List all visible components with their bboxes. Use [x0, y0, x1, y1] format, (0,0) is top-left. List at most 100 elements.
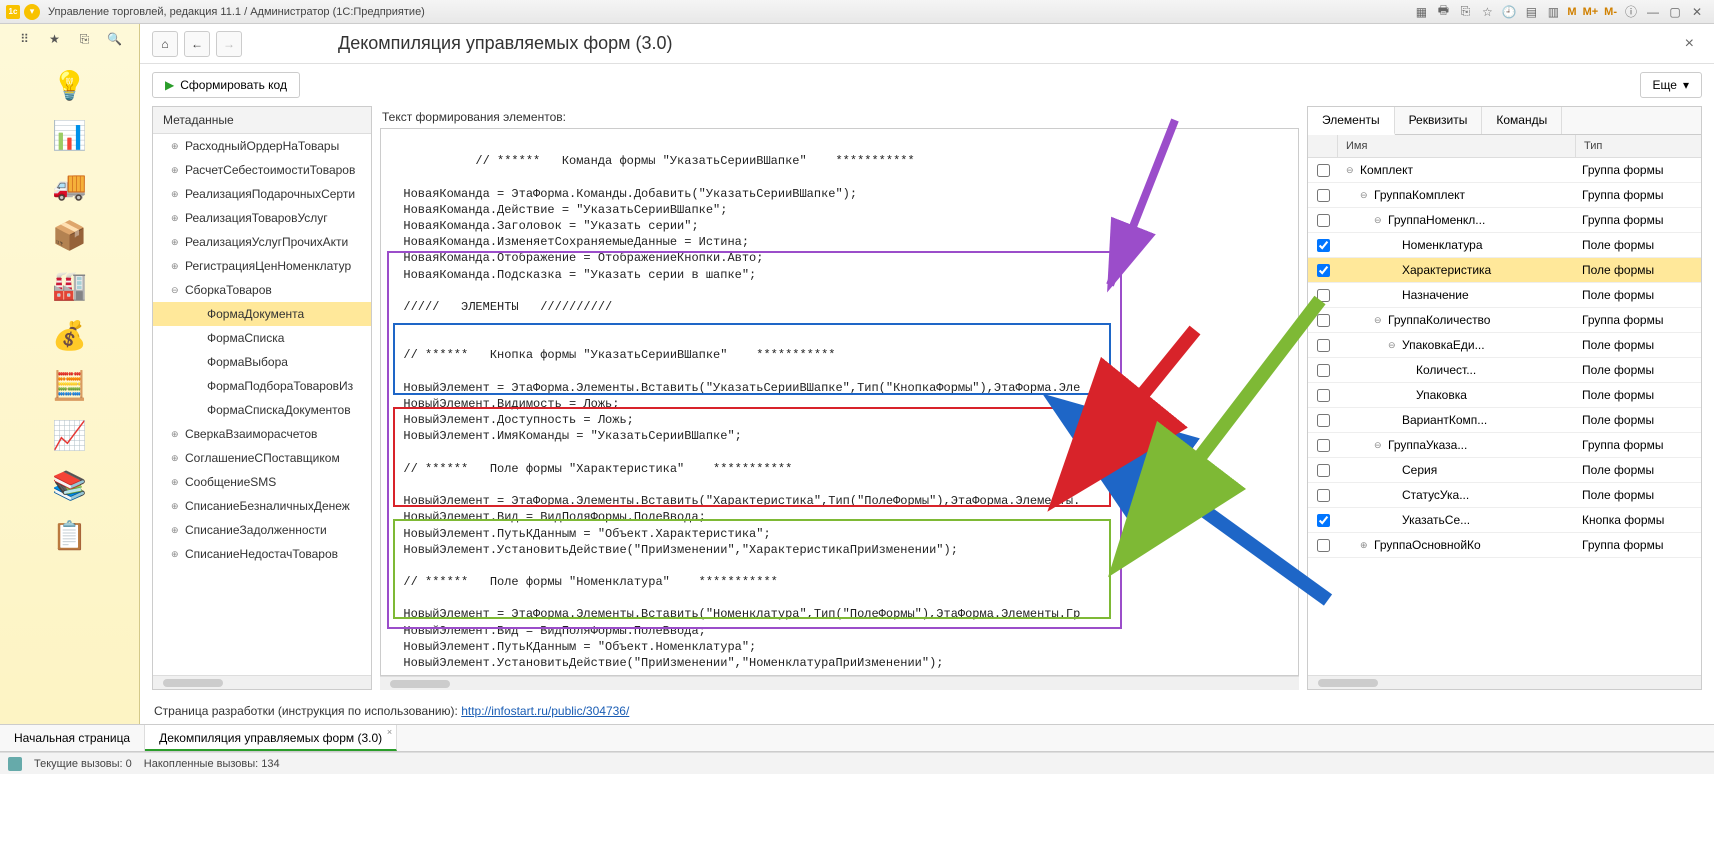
calculator-icon[interactable]: ▤: [1522, 3, 1540, 21]
meta-item[interactable]: ⊕СписаниеЗадолженности: [153, 518, 371, 542]
row-checkbox[interactable]: [1317, 439, 1330, 452]
expand-icon[interactable]: ⊕: [171, 525, 181, 536]
apps-icon[interactable]: ⠿: [16, 30, 34, 48]
grid-row[interactable]: ВариантКомп...Поле формы: [1308, 408, 1701, 433]
favorite-icon[interactable]: ☆: [1478, 3, 1496, 21]
expand-icon[interactable]: ⊕: [171, 549, 181, 560]
expand-icon[interactable]: ⊖: [171, 285, 181, 296]
more-button[interactable]: Еще ▾: [1640, 72, 1702, 98]
grid-row[interactable]: СерияПоле формы: [1308, 458, 1701, 483]
metadata-tree[interactable]: ⊕РасходныйОрдерНаТовары⊕РасчетСебестоимо…: [153, 134, 371, 675]
memory-m[interactable]: M: [1567, 6, 1576, 18]
row-checkbox[interactable]: [1317, 414, 1330, 427]
expand-icon[interactable]: ⊖: [1374, 315, 1384, 326]
bottom-tab-decompile[interactable]: Декомпиляция управляемых форм (3.0) ×: [145, 725, 397, 751]
grid-row[interactable]: ⊖ГруппаКоличествоГруппа формы: [1308, 308, 1701, 333]
grid-row[interactable]: СтатусУка...Поле формы: [1308, 483, 1701, 508]
close-window-icon[interactable]: ✕: [1688, 3, 1706, 21]
grid-row[interactable]: НоменклатураПоле формы: [1308, 233, 1701, 258]
expand-icon[interactable]: ⊕: [171, 453, 181, 464]
meta-item[interactable]: ⊕РасчетСебестоимостиТоваров: [153, 158, 371, 182]
row-checkbox[interactable]: [1317, 339, 1330, 352]
grid-row[interactable]: ⊖ГруппаНоменкл...Группа формы: [1308, 208, 1701, 233]
meta-item[interactable]: ⊕СверкаВзаиморасчетов: [153, 422, 371, 446]
section-shipping-icon[interactable]: 🚚: [46, 163, 94, 207]
meta-item[interactable]: ⊕РеализацияУслугПрочихАкти: [153, 230, 371, 254]
memory-mminus[interactable]: M-: [1604, 6, 1617, 18]
meta-item[interactable]: ФормаВыбора: [153, 350, 371, 374]
expand-icon[interactable]: ⊕: [171, 261, 181, 272]
history-icon[interactable]: 🕘: [1500, 3, 1518, 21]
meta-item[interactable]: ФормаДокумента: [153, 302, 371, 326]
expand-icon[interactable]: ⊕: [171, 501, 181, 512]
bottom-tab-home[interactable]: Начальная страница: [0, 725, 145, 751]
section-stats-icon[interactable]: 📈: [46, 413, 94, 457]
row-checkbox[interactable]: [1317, 189, 1330, 202]
row-checkbox[interactable]: [1317, 364, 1330, 377]
clipboard-icon[interactable]: ⎘: [76, 30, 94, 48]
row-checkbox[interactable]: [1317, 289, 1330, 302]
tab-attributes[interactable]: Реквизиты: [1395, 107, 1483, 134]
back-button[interactable]: ←: [184, 31, 210, 57]
meta-item[interactable]: ⊕СписаниеБезналичныхДенеж: [153, 494, 371, 518]
grid-row[interactable]: Количест...Поле формы: [1308, 358, 1701, 383]
grid-row[interactable]: ⊖КомплектГруппа формы: [1308, 158, 1701, 183]
row-checkbox[interactable]: [1317, 389, 1330, 402]
expand-icon[interactable]: ⊖: [1374, 215, 1384, 226]
print-icon[interactable]: 🖶: [1434, 3, 1452, 21]
row-checkbox[interactable]: [1317, 239, 1330, 252]
code-scroll-x[interactable]: [380, 676, 1299, 690]
nav-dropdown-icon[interactable]: ▾: [24, 4, 40, 20]
grid-body[interactable]: ⊖КомплектГруппа формы⊖ГруппаКомплектГруп…: [1308, 158, 1701, 675]
expand-icon[interactable]: ⊕: [171, 189, 181, 200]
grid-header-name[interactable]: Имя: [1338, 135, 1576, 157]
expand-icon[interactable]: ⊕: [1360, 540, 1370, 551]
section-folders-icon[interactable]: 📚: [46, 463, 94, 507]
tab-elements[interactable]: Элементы: [1308, 107, 1395, 135]
calendar-icon[interactable]: ▥: [1544, 3, 1562, 21]
row-checkbox[interactable]: [1317, 164, 1330, 177]
section-desk-icon[interactable]: 💡: [46, 63, 94, 107]
close-page-button[interactable]: ×: [1677, 35, 1702, 53]
grid-row[interactable]: НазначениеПоле формы: [1308, 283, 1701, 308]
grid-header-type[interactable]: Тип: [1576, 135, 1701, 157]
expand-icon[interactable]: ⊕: [171, 141, 181, 152]
grid-row[interactable]: ХарактеристикаПоле формы: [1308, 258, 1701, 283]
meta-item[interactable]: ⊕СообщениеSMS: [153, 470, 371, 494]
section-boxes-icon[interactable]: 📦: [46, 213, 94, 257]
expand-icon[interactable]: ⊕: [171, 237, 181, 248]
expand-icon[interactable]: ⊕: [171, 213, 181, 224]
row-checkbox[interactable]: [1317, 314, 1330, 327]
expand-icon[interactable]: ⊕: [171, 429, 181, 440]
metadata-scroll-x[interactable]: [153, 675, 371, 689]
expand-icon[interactable]: ⊖: [1360, 190, 1370, 201]
expand-icon[interactable]: ⊖: [1346, 165, 1356, 176]
section-report-icon[interactable]: 📊: [46, 113, 94, 157]
star-icon[interactable]: ★: [46, 30, 64, 48]
meta-item[interactable]: ⊕СоглашениеСПоставщиком: [153, 446, 371, 470]
row-checkbox[interactable]: [1317, 264, 1330, 277]
meta-item[interactable]: ⊕РеализацияПодарочныхСерти: [153, 182, 371, 206]
section-money-icon[interactable]: 💰: [46, 313, 94, 357]
row-checkbox[interactable]: [1317, 489, 1330, 502]
expand-icon[interactable]: ⊕: [171, 165, 181, 176]
grid-row[interactable]: ⊖ГруппаКомплектГруппа формы: [1308, 183, 1701, 208]
meta-item[interactable]: ⊕РасходныйОрдерНаТовары: [153, 134, 371, 158]
grid-row[interactable]: УпаковкаПоле формы: [1308, 383, 1701, 408]
row-checkbox[interactable]: [1317, 514, 1330, 527]
home-button[interactable]: ⌂: [152, 31, 178, 57]
memory-mplus[interactable]: M+: [1583, 6, 1599, 18]
meta-item[interactable]: ⊕РеализацияТоваровУслуг: [153, 206, 371, 230]
row-checkbox[interactable]: [1317, 214, 1330, 227]
row-checkbox[interactable]: [1317, 539, 1330, 552]
section-check-icon[interactable]: 📋: [46, 513, 94, 557]
meta-item[interactable]: ⊖СборкаТоваров: [153, 278, 371, 302]
meta-item[interactable]: ФормаСписка: [153, 326, 371, 350]
info-icon[interactable]: ⓘ: [1622, 3, 1640, 21]
grid-row[interactable]: УказатьСе...Кнопка формы: [1308, 508, 1701, 533]
meta-item[interactable]: ФормаСпискаДокументов: [153, 398, 371, 422]
section-warehouse-icon[interactable]: 🏭: [46, 263, 94, 307]
expand-icon[interactable]: ⊖: [1374, 440, 1384, 451]
print-preview-icon[interactable]: ▦: [1412, 3, 1430, 21]
generate-code-button[interactable]: ▶ Сформировать код: [152, 72, 300, 98]
